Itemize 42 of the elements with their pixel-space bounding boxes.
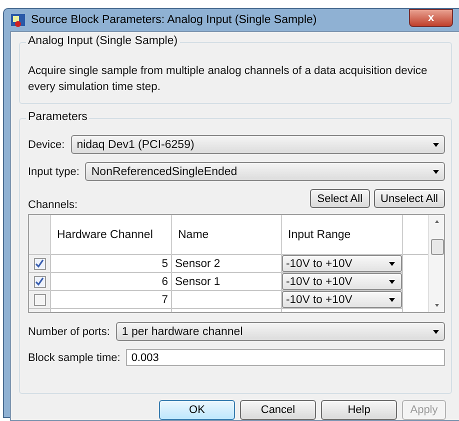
block-icon: [10, 12, 26, 28]
caret-icon: [389, 262, 395, 266]
scrollbar[interactable]: [428, 215, 444, 312]
checkbox[interactable]: [34, 294, 46, 306]
checkbox[interactable]: [34, 276, 46, 288]
group-title: Analog Input (Single Sample): [26, 35, 180, 47]
sample-time-field[interactable]: 0.003: [126, 349, 445, 366]
column-header: Hardware Channel: [51, 215, 172, 255]
table-cell: 6: [51, 273, 172, 291]
field-label: Number of ports:: [28, 326, 110, 338]
window-title: Source Block Parameters: Analog Input (Single Sample): [31, 14, 318, 26]
range-dropdown[interactable]: -10V to +10V: [282, 273, 402, 290]
dialog-button[interactable]: Cancel: [240, 400, 316, 420]
device-dropdown[interactable]: nidaq Dev1 (PCI-6259): [70, 135, 445, 154]
scroll-down-icon[interactable]: [434, 304, 438, 307]
field-label: Device:: [28, 138, 65, 150]
table-cell: 7: [51, 291, 172, 309]
table-cell: 5: [51, 255, 172, 273]
caret-icon: [433, 142, 439, 146]
column-header: Name: [172, 215, 282, 255]
caret-icon: [389, 298, 395, 302]
dialog-button[interactable]: Help: [321, 400, 397, 420]
field-label: Block sample time:: [28, 352, 120, 364]
caret-icon: [433, 170, 439, 174]
caret-icon: [389, 280, 395, 284]
table-cell: Sensor 1: [172, 273, 282, 291]
caret-icon: [433, 330, 439, 334]
group-title: Parameters: [26, 111, 90, 123]
select-button[interactable]: Select All: [310, 189, 370, 208]
range-dropdown[interactable]: -10V to +10V: [282, 291, 402, 308]
range-dropdown[interactable]: -10V to +10V: [282, 255, 402, 272]
ports-dropdown[interactable]: 1 per hardware channel: [116, 322, 445, 341]
checkbox[interactable]: [34, 258, 46, 270]
scroll-up-icon[interactable]: [434, 220, 438, 223]
description-text: Acquire single sample from multiple analog channels of a data acquisition device every simulation time step.: [28, 64, 428, 95]
table-cell: Sensor 2: [172, 255, 282, 273]
scroll-thumb[interactable]: [431, 239, 444, 255]
select-button[interactable]: Unselect All: [374, 189, 445, 208]
field-label: Input type:: [28, 166, 80, 178]
input-type-dropdown[interactable]: NonReferencedSingleEnded: [85, 162, 445, 181]
dialog-button[interactable]: OK: [159, 400, 235, 420]
channels-label: Channels:: [28, 199, 78, 211]
